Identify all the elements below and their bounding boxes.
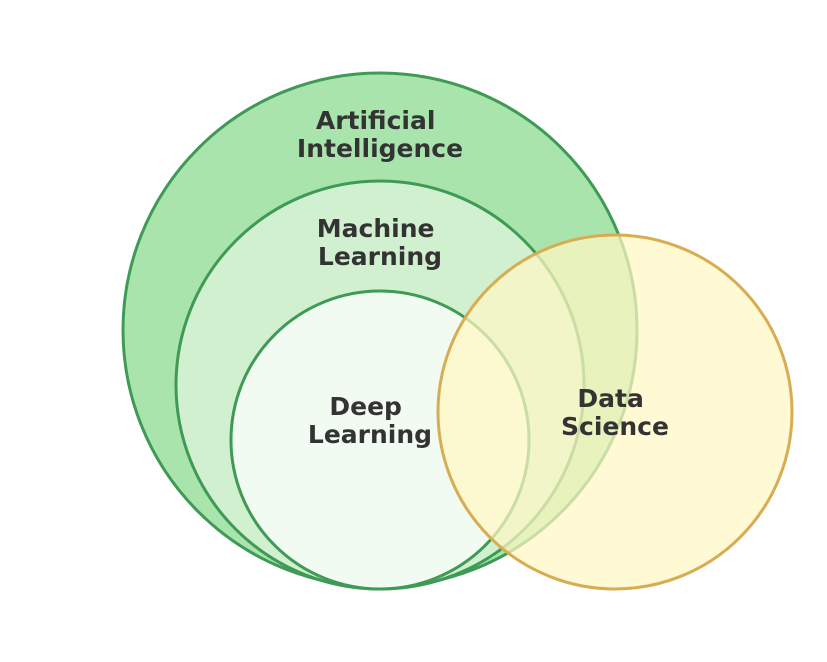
data-science-label-line-1: Data — [577, 384, 643, 413]
data-science-label-line-2: Science — [561, 412, 669, 441]
artificial-intelligence-label-line-1: Artificial — [316, 106, 436, 135]
machine-learning-label: Machine Learning — [317, 214, 443, 271]
venn-diagram: Artificial Intelligence Machine Learning… — [121, 71, 794, 591]
artificial-intelligence-label: Artificial Intelligence — [297, 106, 463, 163]
deep-learning-label-line-1: Deep — [329, 392, 402, 421]
artificial-intelligence-label-line-2: Intelligence — [297, 134, 463, 163]
machine-learning-label-line-2: Learning — [318, 242, 442, 271]
machine-learning-label-line-1: Machine — [317, 214, 435, 243]
deep-learning-label-line-2: Learning — [308, 420, 432, 449]
